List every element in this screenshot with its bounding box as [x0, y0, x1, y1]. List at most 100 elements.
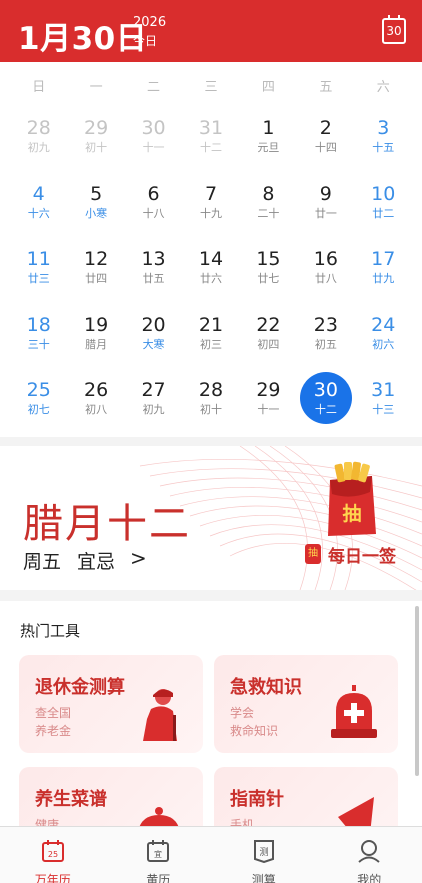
tab-profile[interactable]: 我的: [317, 827, 422, 883]
tab-label: 黄历: [146, 873, 171, 883]
tool-card-first-aid[interactable]: 急救知识 学会 救命知识: [214, 655, 398, 753]
today-label: 今日: [133, 34, 158, 48]
day-cell[interactable]: 7 十九: [182, 182, 239, 248]
scrollbar[interactable]: [415, 606, 419, 776]
day-cell[interactable]: 22 初四: [240, 313, 297, 379]
day-number: 24: [371, 313, 396, 336]
day-cell[interactable]: 30 十一: [125, 116, 182, 182]
day-cell[interactable]: 17 廿九: [355, 247, 412, 313]
day-number: 9: [319, 182, 332, 205]
day-cell[interactable]: 27 初九: [125, 378, 182, 444]
current-date[interactable]: 1月30日: [18, 13, 147, 58]
day-cell[interactable]: 28 初九: [10, 116, 67, 182]
daily-fortune-button[interactable]: 抽 每日一签: [305, 541, 396, 567]
day-number: 7: [204, 182, 218, 205]
day-number: 25: [26, 379, 51, 401]
jump-today-icon[interactable]: 30: [382, 15, 406, 44]
month-calendar: 日一二三四五六 28 初九 29 初十 30 十一 31 十二 1 元旦 2 十四 3 十五 4 十六 5 小寒 6…: [0, 62, 422, 437]
tab-calendar[interactable]: 25 万年历: [0, 827, 106, 883]
tab-almanac[interactable]: 宜 黄历: [106, 827, 212, 883]
lunar-day: 廿二: [372, 206, 395, 220]
lunar-day: 十一: [257, 403, 280, 416]
lunar-day: 廿三: [27, 272, 50, 285]
day-cell[interactable]: 6 十八: [125, 182, 182, 248]
day-cell[interactable]: 2 十四: [297, 116, 354, 182]
chevron-right-icon[interactable]: >: [130, 546, 147, 570]
tool-subtitle: 学会: [230, 706, 255, 720]
day-cell[interactable]: 3 十五: [355, 116, 412, 182]
day-cell[interactable]: 21 初三: [182, 313, 239, 379]
elderly-person-icon: [143, 689, 177, 741]
tool-card-pension[interactable]: 退休金测算 查全国 养老金: [19, 655, 203, 753]
calendar-grid: 28 初九 29 初十 30 十一 31 十二 1 元旦 2 十四 3 十五 4 十六 5 小寒 6 十八 7 十九 8 二十…: [10, 116, 412, 444]
lunar-date: 腊月十二: [23, 501, 191, 547]
lunar-day: 初七: [27, 403, 50, 416]
tab-label: 我的: [357, 873, 382, 883]
fortune-icon: 测: [253, 840, 274, 863]
calendar-icon: 25: [41, 840, 64, 862]
day-cell[interactable]: 5 小寒: [67, 182, 124, 248]
day-cell[interactable]: 14 廿六: [182, 247, 239, 313]
lunar-banner[interactable]: 腊月十二 周五 宜忌 > 抽 抽 每日一签: [0, 446, 422, 590]
day-cell[interactable]: 31 十三: [355, 378, 412, 444]
app-header: 1月30日 2026 今日 30: [0, 0, 422, 62]
day-cell[interactable]: 10 廿二: [355, 182, 412, 248]
day-number: 6: [147, 182, 160, 205]
lunar-day: 二十: [257, 206, 280, 220]
day-cell[interactable]: 16 廿八: [297, 247, 354, 313]
day-cell[interactable]: 4 十六: [10, 182, 67, 248]
day-cell[interactable]: 28 初十: [182, 378, 239, 444]
day-number: 10: [371, 182, 396, 205]
day-cell[interactable]: 26 初八: [67, 378, 124, 444]
day-number: 17: [371, 248, 396, 270]
hot-tools-section: 热门工具 退休金测算 查全国 养老金 急救知识 学会 救命知识 养生菜谱 健康: [0, 601, 422, 831]
day-cell-selected[interactable]: 30 十二: [297, 372, 354, 444]
day-cell[interactable]: 19 腊月: [67, 313, 124, 379]
tool-card-recipes[interactable]: 养生菜谱 健康: [19, 767, 203, 831]
lunar-day: 初三: [199, 337, 222, 351]
tab-fortune[interactable]: 测 测算: [211, 827, 317, 883]
day-cell[interactable]: 23 初五: [297, 313, 354, 379]
day-cell[interactable]: 31 十二: [182, 116, 239, 182]
day-cell[interactable]: 24 初六: [355, 313, 412, 379]
day-number: 2: [319, 117, 332, 139]
profile-icon: [358, 840, 380, 863]
day-cell[interactable]: 13 廿五: [125, 247, 182, 313]
lunar-day: 十二: [314, 403, 337, 416]
day-number: 8: [262, 182, 275, 205]
day-cell[interactable]: 11 廿三: [10, 247, 67, 313]
day-number: 23: [313, 313, 338, 336]
day-cell[interactable]: 29 十一: [240, 378, 297, 444]
tool-name: 养生菜谱: [35, 789, 107, 810]
lunar-day: 小寒: [85, 206, 108, 220]
lunar-day: 廿七: [257, 272, 280, 285]
red-envelope-icon[interactable]: 抽: [322, 460, 380, 538]
day-cell[interactable]: 9 廿一: [297, 182, 354, 248]
lunar-day: 十六: [27, 206, 50, 220]
lunar-day: 腊月: [85, 337, 108, 351]
tool-name: 退休金测算: [35, 677, 125, 698]
tool-card-compass[interactable]: 指南针 手机: [214, 767, 398, 831]
day-cell[interactable]: 8 二十: [240, 182, 297, 248]
svg-text:宜: 宜: [154, 849, 162, 859]
day-cell[interactable]: 1 元旦: [240, 116, 297, 182]
day-cell[interactable]: 15 廿七: [240, 247, 297, 313]
day-cell[interactable]: 12 廿四: [67, 247, 124, 313]
weekday-label: 一: [89, 80, 103, 95]
yiji-link[interactable]: 宜忌: [77, 547, 115, 574]
day-cell[interactable]: 25 初七: [10, 378, 67, 444]
emergency-siren-icon: [331, 685, 377, 738]
lunar-day: 廿九: [372, 272, 395, 285]
fortune-tag-icon: 抽: [305, 544, 321, 564]
section-title: 热门工具: [20, 622, 81, 640]
almanac-icon: 宜: [147, 840, 170, 862]
lunar-day: 廿五: [142, 272, 165, 285]
day-number: 18: [26, 313, 51, 336]
day-cell[interactable]: 20 大寒: [125, 313, 182, 379]
day-number: 4: [32, 182, 45, 205]
weekday-label: 五: [319, 80, 333, 95]
day-number: 12: [84, 248, 109, 270]
daily-fortune-label: 每日一签: [328, 546, 396, 567]
day-cell[interactable]: 29 初十: [67, 116, 124, 182]
day-cell[interactable]: 18 三十: [10, 313, 67, 379]
